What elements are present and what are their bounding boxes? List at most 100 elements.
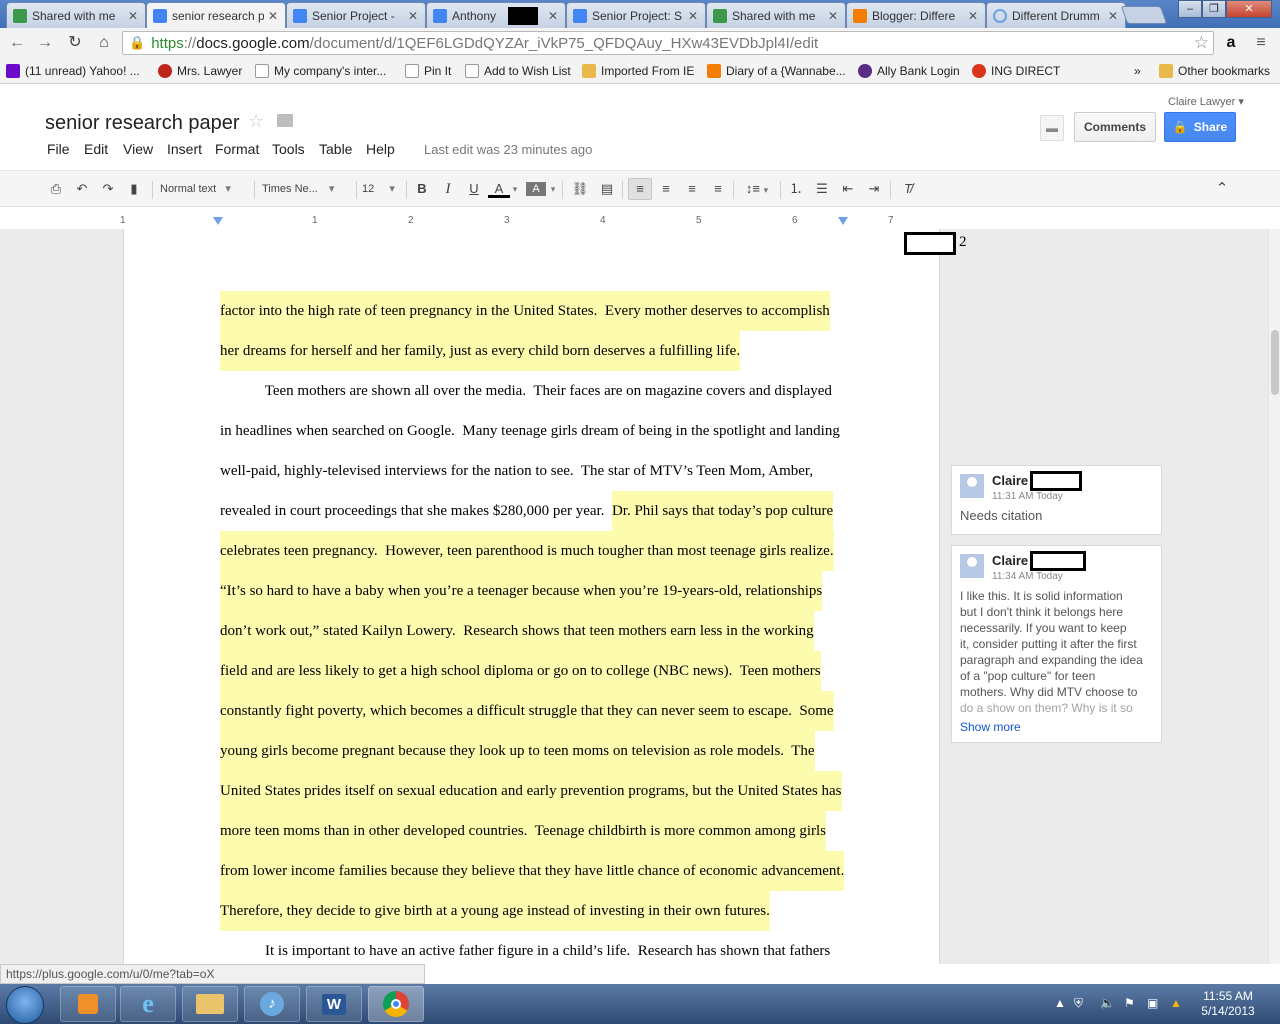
itunes-icon[interactable]: ♪ (244, 986, 300, 1022)
scrollbar-thumb[interactable] (1271, 330, 1279, 395)
align-left-icon[interactable]: ≡ (628, 178, 652, 200)
document-line[interactable]: Therefore, they decide to give birth at … (220, 891, 770, 931)
close-window-button[interactable]: ✕ (1226, 0, 1272, 18)
minimize-button[interactable]: – (1178, 0, 1202, 18)
drive-sync-icon[interactable]: ▲ (1170, 996, 1182, 1010)
chevron-down-icon[interactable]: ▾ (510, 180, 520, 198)
document-line[interactable]: revealed in court proceedings that she m… (220, 491, 834, 531)
maximize-button[interactable]: ❐ (1202, 0, 1226, 18)
star-icon[interactable]: ☆ (248, 111, 264, 132)
bookmark-mrs-lawyer[interactable]: Mrs. Lawyer (158, 62, 242, 80)
chat-icon[interactable]: ▬ (1040, 115, 1064, 141)
bookmarks-overflow-chevron[interactable]: » (1134, 62, 1141, 80)
internet-explorer-icon[interactable]: e (120, 986, 176, 1022)
bookmark-imported-ie[interactable]: Imported From IE (582, 62, 694, 80)
document-line[interactable]: well-paid, highly-televised interviews f… (220, 451, 813, 491)
bookmark-other[interactable]: Other bookmarks (1159, 62, 1270, 80)
numbered-list-icon[interactable]: ⒈ (786, 180, 806, 198)
document-line[interactable]: United States prides itself on sexual ed… (220, 771, 842, 811)
document-line[interactable]: “It’s so hard to have a baby when you’re… (220, 571, 823, 611)
show-hidden-icons[interactable]: ▲ (1054, 996, 1066, 1010)
document-line[interactable]: constantly fight poverty, which becomes … (220, 691, 834, 731)
home-icon[interactable]: ⌂ (93, 33, 115, 53)
tab-blogger[interactable]: Blogger: Differe ✕ (846, 2, 986, 28)
folder-icon[interactable] (277, 114, 293, 127)
document-title[interactable]: senior research paper (45, 112, 240, 135)
volume-icon[interactable]: 🔈 (1100, 996, 1115, 1010)
menu-tools[interactable]: Tools (272, 141, 305, 157)
chrome-icon[interactable] (368, 986, 424, 1022)
media-player-icon[interactable] (60, 986, 116, 1022)
windows-start-button[interactable] (6, 986, 44, 1024)
bookmark-wish-list[interactable]: Add to Wish List (465, 62, 571, 80)
close-icon[interactable]: ✕ (1107, 9, 1119, 23)
document-line[interactable]: her dreams for herself and her family, j… (220, 331, 741, 371)
close-icon[interactable]: ✕ (127, 9, 139, 23)
tab-anthony[interactable]: Anthony ✕ (426, 2, 566, 28)
insert-comment-icon[interactable]: ▤ (597, 180, 617, 198)
account-menu[interactable]: Claire Lawyer ▾ (1168, 95, 1244, 108)
action-center-flag-icon[interactable]: ⚑ (1124, 996, 1135, 1010)
ruler[interactable]: 1 1 2 3 4 5 6 7 (118, 215, 940, 229)
bookmark-star-icon[interactable]: ☆ (1194, 33, 1209, 53)
bookmark-ing-direct[interactable]: ING DIRECT (972, 62, 1060, 80)
close-icon[interactable]: ✕ (407, 9, 419, 23)
new-tab-button[interactable] (1120, 6, 1168, 24)
document-line[interactable]: don’t work out,” stated Kailyn Lowery. R… (220, 611, 814, 651)
menu-table[interactable]: Table (319, 141, 352, 157)
forward-icon[interactable]: → (34, 33, 56, 53)
document-line[interactable]: young girls become pregnant because they… (220, 731, 815, 771)
tab-shared-with-me[interactable]: Shared with me ✕ (6, 2, 146, 28)
close-icon[interactable]: ✕ (827, 9, 839, 23)
back-icon[interactable]: ← (6, 33, 28, 53)
document-line[interactable]: field and are less likely to get a high … (220, 651, 821, 691)
decrease-indent-icon[interactable]: ⇤ (838, 180, 858, 198)
word-icon[interactable]: W (306, 986, 362, 1022)
bulleted-list-icon[interactable]: ☰ (812, 180, 832, 198)
document-line[interactable]: from lower income families because they … (220, 851, 845, 891)
tab-senior-research-paper[interactable]: senior research paper✕ (146, 2, 286, 28)
bookmark-diary[interactable]: Diary of a {Wannabe... (707, 62, 846, 80)
bookmark-ally-bank[interactable]: Ally Bank Login (858, 62, 960, 80)
style-select[interactable]: Normal text ▾ (160, 180, 250, 198)
comments-button[interactable]: Comments (1074, 112, 1156, 142)
align-right-icon[interactable]: ≡ (682, 180, 702, 198)
collapse-chevron-icon[interactable]: ⌃ (1212, 180, 1232, 198)
bookmark-pin-it[interactable]: Pin It (405, 62, 451, 80)
last-edit-status[interactable]: Last edit was 23 minutes ago (424, 142, 592, 157)
clear-formatting-icon[interactable]: T̸ (898, 180, 918, 198)
menu-help[interactable]: Help (366, 141, 395, 157)
document-line[interactable]: celebrates teen pregnancy. However, teen… (220, 531, 834, 571)
font-select[interactable]: Times Ne... ▾ (262, 180, 352, 198)
file-explorer-icon[interactable] (182, 986, 238, 1022)
paint-format-icon[interactable]: ▮ (124, 180, 144, 198)
tab-senior-project[interactable]: Senior Project - ✕ (286, 2, 426, 28)
link-icon[interactable]: ⛓ (569, 180, 591, 198)
share-button[interactable]: 🔒 Share (1164, 112, 1236, 142)
align-center-icon[interactable]: ≡ (656, 180, 676, 198)
wrench-menu-icon[interactable]: ≡ (1250, 33, 1272, 53)
menu-view[interactable]: View (123, 141, 153, 157)
menu-insert[interactable]: Insert (167, 141, 202, 157)
close-icon[interactable]: ✕ (267, 9, 279, 23)
bookmark-company[interactable]: My company's inter... (255, 62, 386, 80)
undo-icon[interactable]: ↶ (72, 180, 92, 198)
highlight-color-icon[interactable]: A (526, 182, 546, 196)
document-line[interactable]: It is important to have an active father… (220, 931, 830, 964)
address-bar[interactable]: 🔒 https://docs.google.com/document/d/1QE… (122, 31, 1214, 55)
system-clock[interactable]: 11:55 AM 5/14/2013 (1192, 989, 1264, 1019)
italic-icon[interactable]: I (438, 180, 458, 198)
right-indent-marker[interactable] (838, 217, 848, 225)
menu-format[interactable]: Format (215, 141, 259, 157)
document-line[interactable]: factor into the high rate of teen pregna… (220, 291, 830, 331)
underline-icon[interactable]: U (464, 180, 484, 198)
increase-indent-icon[interactable]: ⇥ (864, 180, 884, 198)
chevron-down-icon[interactable]: ▾ (548, 180, 558, 198)
tab-shared-with-me-2[interactable]: Shared with me ✕ (706, 2, 846, 28)
vertical-scrollbar[interactable] (1268, 229, 1280, 964)
tab-different-drummer[interactable]: Different Drumm ✕ (986, 2, 1126, 28)
bold-icon[interactable]: B (412, 180, 432, 198)
comment-card[interactable]: Claire 11:31 AM Today Needs citation (951, 465, 1162, 535)
menu-edit[interactable]: Edit (84, 141, 108, 157)
justify-icon[interactable]: ≡ (708, 180, 728, 198)
